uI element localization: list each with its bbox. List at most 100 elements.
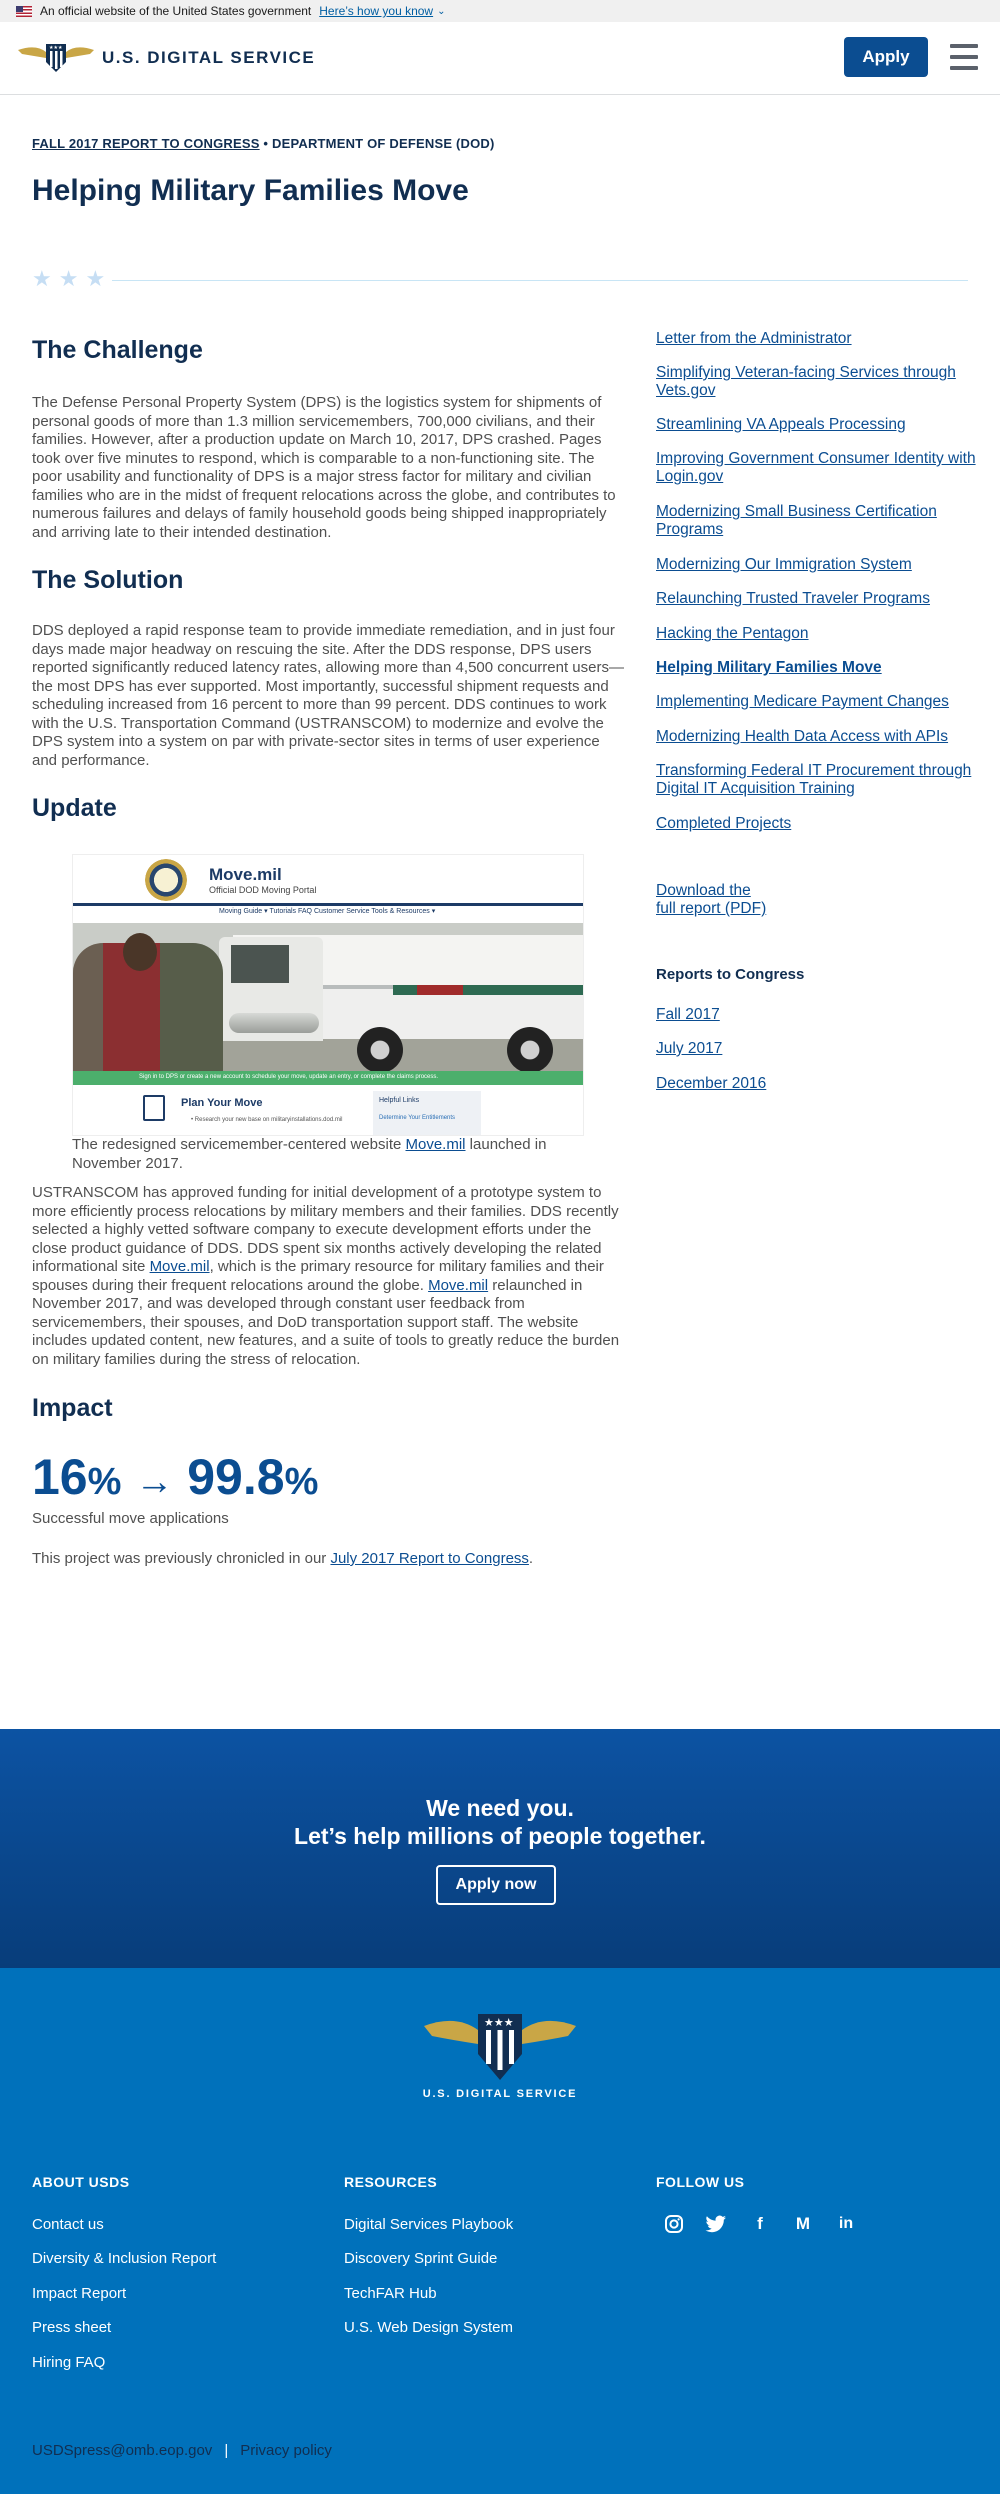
sidebar-link[interactable]: Implementing Medicare Payment Changes	[656, 693, 976, 711]
arrow-right-icon: →	[135, 1461, 174, 1503]
sidebar-link[interactable]: Transforming Federal IT Procurement thro…	[656, 762, 976, 798]
instagram-icon[interactable]	[662, 2212, 686, 2236]
movemil-link[interactable]: Move.mil	[150, 1258, 210, 1275]
movemil-link[interactable]: Move.mil	[428, 1277, 488, 1294]
sidebar-link[interactable]: Letter from the Administrator	[656, 330, 976, 348]
stat-unit: %	[284, 1461, 319, 1503]
screenshot-site-subtitle: Official DOD Moving Portal	[209, 885, 317, 895]
apply-now-button[interactable]: Apply now	[436, 1865, 556, 1905]
privacy-policy-link[interactable]: Privacy policy	[240, 2442, 332, 2459]
breadcrumb-report-link[interactable]: FALL 2017 REPORT TO CONGRESS	[32, 136, 260, 151]
sidebar-link[interactable]: Improving Government Consumer Identity w…	[656, 450, 976, 486]
page-title: Helping Military Families Move	[32, 174, 469, 207]
svg-text:★★★: ★★★	[484, 2016, 514, 2029]
dod-seal-icon	[145, 859, 187, 901]
footer-link[interactable]: TechFAR Hub	[344, 2285, 437, 2302]
screenshot-plan-text: • Research your new base on militaryinst…	[191, 1117, 343, 1123]
stat-unit: %	[87, 1461, 122, 1503]
footer-link[interactable]: Discovery Sprint Guide	[344, 2250, 497, 2267]
sidebar-link[interactable]: Simplifying Veteran-facing Services thro…	[656, 364, 976, 400]
impact-note: This project was previously chronicled i…	[32, 1550, 534, 1567]
how-you-know-link[interactable]: Here’s how you know	[319, 4, 433, 18]
sidebar-link[interactable]: Relaunching Trusted Traveler Programs	[656, 590, 976, 608]
update-heading: Update	[32, 794, 117, 822]
medium-icon[interactable]: M	[791, 2212, 815, 2236]
impact-stat: 16% → 99.8%	[32, 1448, 318, 1506]
screenshot-nav: Moving Guide ▾ Tutorials FAQ Customer Se…	[219, 908, 436, 915]
usds-eagle-logo-icon: ★★★	[424, 2014, 576, 2080]
sidebar-link[interactable]: Streamlining VA Appeals Processing	[656, 416, 976, 434]
footer-link[interactable]: Contact us	[32, 2216, 104, 2233]
screenshot-plan-title: Plan Your Move	[181, 1097, 263, 1109]
footer-separator: |	[224, 2442, 229, 2459]
star-icon: ★	[58, 266, 79, 291]
divider-line	[112, 280, 968, 281]
sidebar-link[interactable]: Hacking the Pentagon	[656, 625, 976, 643]
resources-heading: RESOURCES	[344, 2174, 438, 2190]
update-body: USTRANSCOM has approved funding for init…	[32, 1184, 620, 1368]
screenshot-site-title: Move.mil	[209, 865, 282, 884]
star-icon: ★	[85, 266, 106, 291]
footer-link[interactable]: U.S. Web Design System	[344, 2319, 513, 2336]
movemil-screenshot-image: Move.mil Official DOD Moving Portal Movi…	[72, 854, 584, 1136]
cta-line-1: We need you.	[426, 1795, 574, 1821]
star-icon: ★	[32, 266, 52, 291]
menu-icon[interactable]	[950, 44, 978, 70]
gov-banner-text: An official website of the United States…	[40, 4, 312, 18]
stat-to-value: 99.8	[187, 1449, 285, 1505]
site-footer: ★★★ U.S. DIGITAL SERVICE ABOUT USDS Cont…	[0, 1968, 1000, 2494]
july-2017-report-link[interactable]: July 2017 Report to Congress	[330, 1550, 528, 1567]
footer-link[interactable]: Impact Report	[32, 2285, 126, 2302]
solution-body: DDS deployed a rapid response team to pr…	[32, 622, 624, 769]
breadcrumb-separator: •	[259, 136, 272, 151]
download-report-link[interactable]: Download the full report (PDF)	[656, 882, 976, 918]
footer-bottom: USDSpress@omb.eop.gov | Privacy policy	[32, 2442, 332, 2459]
home-logo-link[interactable]: ★★★ U.S. DIGITAL SERVICE	[16, 38, 315, 78]
sidebar-link[interactable]: Modernizing Health Data Access with APIs	[656, 728, 976, 746]
site-header: ★★★ U.S. DIGITAL SERVICE Apply	[0, 22, 1000, 95]
breadcrumb-department: DEPARTMENT OF DEFENSE (DOD)	[272, 136, 495, 151]
footer-link[interactable]: Hiring FAQ	[32, 2354, 105, 2371]
footer-link[interactable]: Digital Services Playbook	[344, 2216, 513, 2233]
usds-eagle-logo-icon: ★★★	[18, 44, 94, 72]
reports-heading: Reports to Congress	[656, 966, 805, 983]
press-email-link[interactable]: USDSpress@omb.eop.gov	[32, 2442, 212, 2459]
facebook-icon[interactable]: f	[748, 2212, 772, 2236]
movemil-link[interactable]: Move.mil	[406, 1136, 466, 1153]
report-link[interactable]: July 2017	[656, 1040, 976, 1058]
logo-text: U.S. DIGITAL SERVICE	[102, 48, 316, 67]
challenge-body: The Defense Personal Property System (DP…	[32, 394, 616, 541]
svg-text:★★★: ★★★	[49, 45, 63, 51]
challenge-heading: The Challenge	[32, 336, 203, 364]
footer-link[interactable]: Press sheet	[32, 2319, 111, 2336]
screenshot-helpful-title: Helpful Links	[379, 1097, 420, 1104]
image-caption: The redesigned servicemember-centered we…	[72, 1136, 547, 1172]
impact-label: Successful move applications	[32, 1510, 229, 1527]
gov-banner: An official website of the United States…	[0, 0, 1000, 22]
chevron-down-icon[interactable]: ⌄	[437, 6, 445, 17]
follow-heading: FOLLOW US	[656, 2174, 745, 2190]
sidebar-link-active[interactable]: Helping Military Families Move	[656, 659, 976, 677]
twitter-icon[interactable]	[704, 2212, 728, 2236]
footer-logo-text: U.S. DIGITAL SERVICE	[422, 2088, 578, 2100]
report-link[interactable]: Fall 2017	[656, 1006, 976, 1024]
sidebar-link[interactable]: Modernizing Our Immigration System	[656, 556, 976, 574]
screenshot-helpful-link: Determine Your Entitlements	[379, 1115, 456, 1121]
star-divider: ★ ★ ★	[32, 268, 105, 290]
us-flag-icon	[16, 5, 32, 17]
report-link[interactable]: December 2016	[656, 1075, 976, 1093]
stat-from-value: 16	[32, 1449, 88, 1505]
sidebar-link[interactable]: Modernizing Small Business Certification…	[656, 503, 976, 539]
impact-heading: Impact	[32, 1394, 113, 1422]
footer-link[interactable]: Diversity & Inclusion Report	[32, 2250, 216, 2267]
checklist-icon	[143, 1095, 165, 1121]
linkedin-icon[interactable]: in	[834, 2212, 858, 2236]
moving-truck-photo	[73, 923, 583, 1071]
breadcrumb: FALL 2017 REPORT TO CONGRESS • DEPARTMEN…	[32, 136, 495, 151]
cta-section: We need you. Let’s help millions of peop…	[0, 1729, 1000, 1968]
sidebar-link[interactable]: Completed Projects	[656, 815, 976, 833]
solution-heading: The Solution	[32, 566, 184, 594]
apply-button[interactable]: Apply	[844, 37, 928, 77]
cta-line-2: Let’s help millions of people together.	[294, 1823, 706, 1849]
screenshot-signin-bar: Sign in to DPS or create a new account t…	[139, 1074, 439, 1080]
